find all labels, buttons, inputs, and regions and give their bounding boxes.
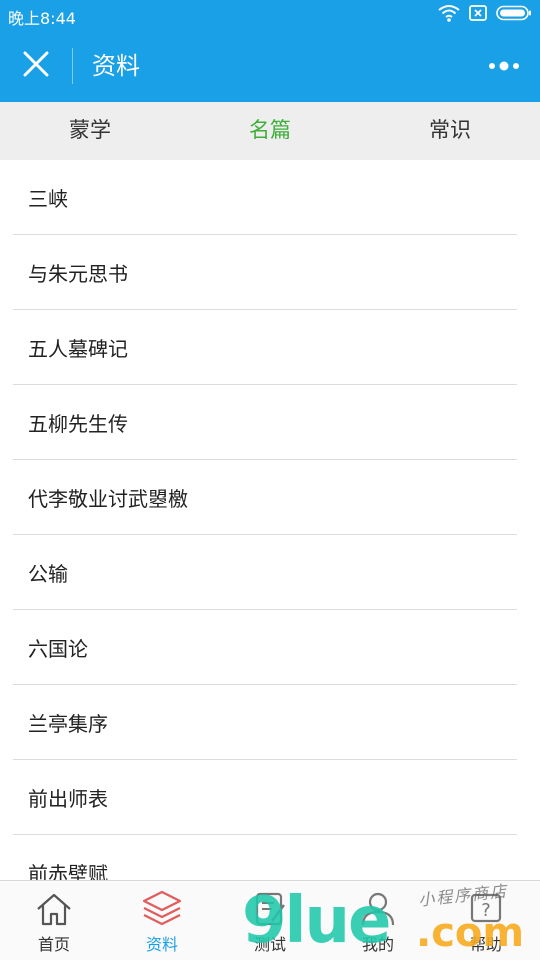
- sim-missing-icon: [468, 4, 488, 26]
- article-list: 三峡 与朱元思书 五人墓碑记 五柳先生传 代李敬业讨武曌檄 公输 六国论 兰亭集…: [0, 160, 540, 880]
- tab-mengxue[interactable]: 蒙学: [0, 102, 180, 160]
- home-icon: [34, 889, 74, 929]
- test-icon: [250, 889, 290, 929]
- list-item[interactable]: 前赤壁赋: [13, 835, 517, 881]
- page-title: 资料: [92, 52, 140, 80]
- list-item[interactable]: 前出师表: [13, 760, 517, 835]
- list-item[interactable]: 三峡: [13, 160, 517, 235]
- category-tabs: 蒙学 名篇 常识: [0, 102, 540, 160]
- close-button[interactable]: [16, 46, 56, 86]
- status-icons: [438, 5, 532, 25]
- tabbar-label: 帮助: [469, 935, 502, 954]
- more-button[interactable]: [484, 50, 524, 82]
- tabbar-label: 我的: [361, 935, 394, 954]
- tabbar-label: 测试: [253, 935, 286, 954]
- layers-icon: [142, 889, 182, 929]
- list-item[interactable]: 兰亭集序: [13, 685, 517, 760]
- tabbar-label: 资料: [145, 935, 178, 954]
- close-icon: [23, 51, 49, 81]
- list-item[interactable]: 代李敬业讨武曌檄: [13, 460, 517, 535]
- list-item[interactable]: 六国论: [13, 610, 517, 685]
- list-item[interactable]: 与朱元思书: [13, 235, 517, 310]
- more-dots-icon: [488, 57, 520, 76]
- tabbar-label: 首页: [37, 935, 70, 954]
- nav-divider: [72, 48, 73, 84]
- bottom-tab-bar: 首页 资料 测试 我的 ? 帮助: [0, 880, 540, 960]
- tabbar-item-test[interactable]: 测试: [216, 881, 324, 960]
- battery-icon: [496, 5, 532, 25]
- status-bar: 晚上8:44: [0, 0, 540, 30]
- nav-bar: 资料: [0, 30, 540, 102]
- wifi-icon: [438, 4, 460, 26]
- list-item[interactable]: 五人墓碑记: [13, 310, 517, 385]
- tabbar-item-help[interactable]: ? 帮助: [432, 881, 540, 960]
- tab-changshi[interactable]: 常识: [360, 102, 540, 160]
- list-item[interactable]: 五柳先生传: [13, 385, 517, 460]
- tabbar-item-ziliao[interactable]: 资料: [108, 881, 216, 960]
- list-item[interactable]: 公输: [13, 535, 517, 610]
- tab-mingpian[interactable]: 名篇: [180, 102, 360, 160]
- status-time: 晚上8:44: [8, 9, 76, 28]
- svg-text:?: ?: [481, 900, 491, 921]
- help-icon: ?: [466, 889, 506, 929]
- tabbar-item-mine[interactable]: 我的: [324, 881, 432, 960]
- tabbar-item-home[interactable]: 首页: [0, 881, 108, 960]
- user-icon: [358, 889, 398, 929]
